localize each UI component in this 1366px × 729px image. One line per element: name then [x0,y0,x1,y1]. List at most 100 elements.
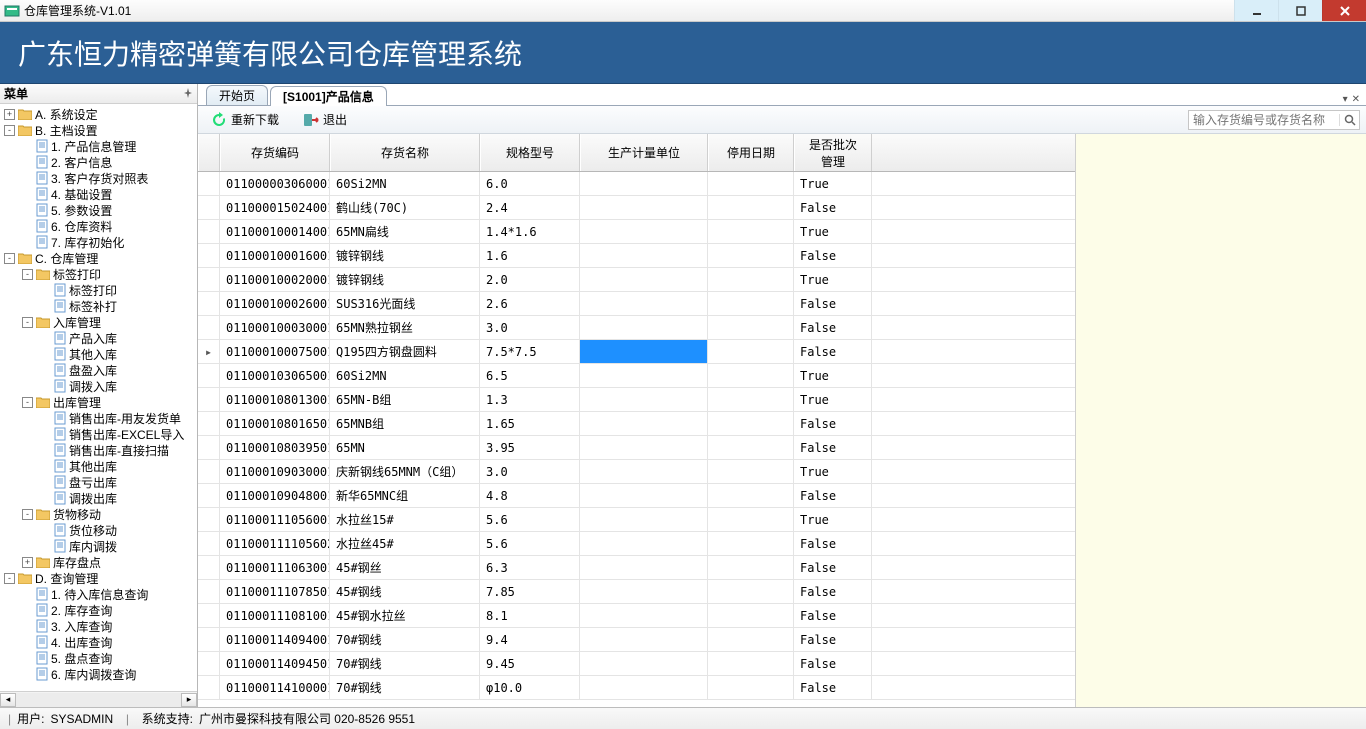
table-row[interactable]: 011000100020001镀锌钢线2.0True [198,268,1075,292]
col-batch[interactable]: 是否批次 管理 [794,134,872,171]
cell-batch[interactable]: True [794,268,872,291]
cell-unit[interactable] [580,604,708,627]
table-row[interactable]: 01100010003000165MN熟拉钢丝3.0False [198,316,1075,340]
cell-unit[interactable] [580,436,708,459]
cell-name[interactable]: 水拉丝15# [330,508,480,531]
cell-date[interactable] [708,220,794,243]
collapse-icon[interactable]: - [4,573,15,584]
cell-unit[interactable] [580,484,708,507]
cell-spec[interactable]: 9.45 [480,652,580,675]
tree-item[interactable]: 标签打印 [0,282,197,298]
sidebar-scrollbar[interactable]: ◂ ▸ [0,691,197,707]
cell-spec[interactable]: 5.6 [480,508,580,531]
table-row[interactable]: 01100010801300165MN-B组1.3True [198,388,1075,412]
cell-date[interactable] [708,316,794,339]
table-row[interactable]: 011000109048001新华65MNC组4.8False [198,484,1075,508]
cell-batch[interactable]: False [794,628,872,651]
cell-unit[interactable] [580,628,708,651]
cell-batch[interactable]: False [794,652,872,675]
collapse-icon[interactable]: - [4,125,15,136]
row-indicator[interactable] [198,604,220,627]
row-indicator[interactable] [198,316,220,339]
cell-batch[interactable]: True [794,364,872,387]
tree-item[interactable]: 1. 产品信息管理 [0,138,197,154]
tree-item[interactable]: 其他出库 [0,458,197,474]
cell-code[interactable]: 011000003060001 [220,172,330,195]
grid-body[interactable]: 01100000306000160Si2MN6.0True01100001502… [198,172,1075,707]
cell-batch[interactable]: False [794,580,872,603]
cell-name[interactable]: 70#钢线 [330,628,480,651]
cell-code[interactable]: 011000111056001 [220,508,330,531]
table-row[interactable]: 01100011108100145#钢水拉丝8.1False [198,604,1075,628]
cell-spec[interactable]: 6.0 [480,172,580,195]
tree-item[interactable]: 5. 盘点查询 [0,650,197,666]
row-indicator[interactable] [198,196,220,219]
cell-unit[interactable] [580,460,708,483]
tree-item[interactable]: 销售出库-直接扫描 [0,442,197,458]
cell-batch[interactable]: False [794,604,872,627]
cell-batch[interactable]: False [794,292,872,315]
table-row[interactable]: 011000111056001水拉丝15#5.6True [198,508,1075,532]
table-row[interactable]: 01100011410000170#钢线φ10.0False [198,676,1075,700]
tree-item[interactable]: -标签打印 [0,266,197,282]
cell-spec[interactable]: 1.65 [480,412,580,435]
cell-code[interactable]: 011000108013001 [220,388,330,411]
search-box[interactable] [1188,110,1360,130]
cell-batch[interactable]: True [794,172,872,195]
tree-item[interactable]: -C. 仓库管理 [0,250,197,266]
cell-name[interactable]: 70#钢线 [330,676,480,699]
row-indicator[interactable] [198,484,220,507]
cell-code[interactable]: 011000103065001 [220,364,330,387]
row-indicator[interactable]: ▸ [198,340,220,363]
menu-tree[interactable]: +A. 系统设定-B. 主档设置1. 产品信息管理2. 客户信息3. 客户存货对… [0,104,197,691]
table-row[interactable]: ▸011000100075001Q195四方钢盘圆料7.5*7.5False [198,340,1075,364]
cell-code[interactable]: 011000100030001 [220,316,330,339]
cell-unit[interactable] [580,340,708,363]
cell-batch[interactable]: False [794,196,872,219]
tree-item[interactable]: 调拨入库 [0,378,197,394]
cell-batch[interactable]: False [794,436,872,459]
cell-unit[interactable] [580,172,708,195]
cell-name[interactable]: 65MN [330,436,480,459]
cell-spec[interactable]: 1.3 [480,388,580,411]
collapse-icon[interactable]: - [4,253,15,264]
tree-item[interactable]: 产品入库 [0,330,197,346]
cell-unit[interactable] [580,268,708,291]
cell-spec[interactable]: 2.0 [480,268,580,291]
row-indicator[interactable] [198,652,220,675]
search-icon[interactable] [1339,114,1359,126]
row-indicator[interactable] [198,676,220,699]
tree-item[interactable]: 6. 库内调拨查询 [0,666,197,682]
table-row[interactable]: 01100011107850145#钢线7.85False [198,580,1075,604]
cell-unit[interactable] [580,412,708,435]
cell-name[interactable]: 庆新钢线65MNM（C组） [330,460,480,483]
close-button[interactable] [1322,0,1366,21]
cell-spec[interactable]: 8.1 [480,604,580,627]
cell-code[interactable]: 011000109030001 [220,460,330,483]
cell-name[interactable]: 65MN熟拉钢丝 [330,316,480,339]
cell-spec[interactable]: 4.8 [480,484,580,507]
cell-name[interactable]: 镀锌钢线 [330,244,480,267]
cell-name[interactable]: 60Si2MN [330,364,480,387]
cell-unit[interactable] [580,532,708,555]
cell-code[interactable]: 011000100020001 [220,268,330,291]
cell-name[interactable]: 60Si2MN [330,172,480,195]
cell-batch[interactable]: False [794,340,872,363]
cell-batch[interactable]: False [794,484,872,507]
cell-batch[interactable]: False [794,532,872,555]
tree-item[interactable]: -D. 查询管理 [0,570,197,586]
cell-date[interactable] [708,364,794,387]
row-indicator[interactable] [198,364,220,387]
cell-spec[interactable]: 9.4 [480,628,580,651]
cell-date[interactable] [708,388,794,411]
cell-name[interactable]: 45#钢线 [330,580,480,603]
row-indicator[interactable] [198,388,220,411]
table-row[interactable]: 011000100026001SUS316光面线2.6False [198,292,1075,316]
cell-date[interactable] [708,268,794,291]
row-indicator[interactable] [198,172,220,195]
cell-spec[interactable]: 2.4 [480,196,580,219]
col-unit[interactable]: 生产计量单位 [580,134,708,171]
redownload-button[interactable]: 重新下载 [204,108,286,131]
cell-unit[interactable] [580,388,708,411]
cell-batch[interactable]: False [794,676,872,699]
